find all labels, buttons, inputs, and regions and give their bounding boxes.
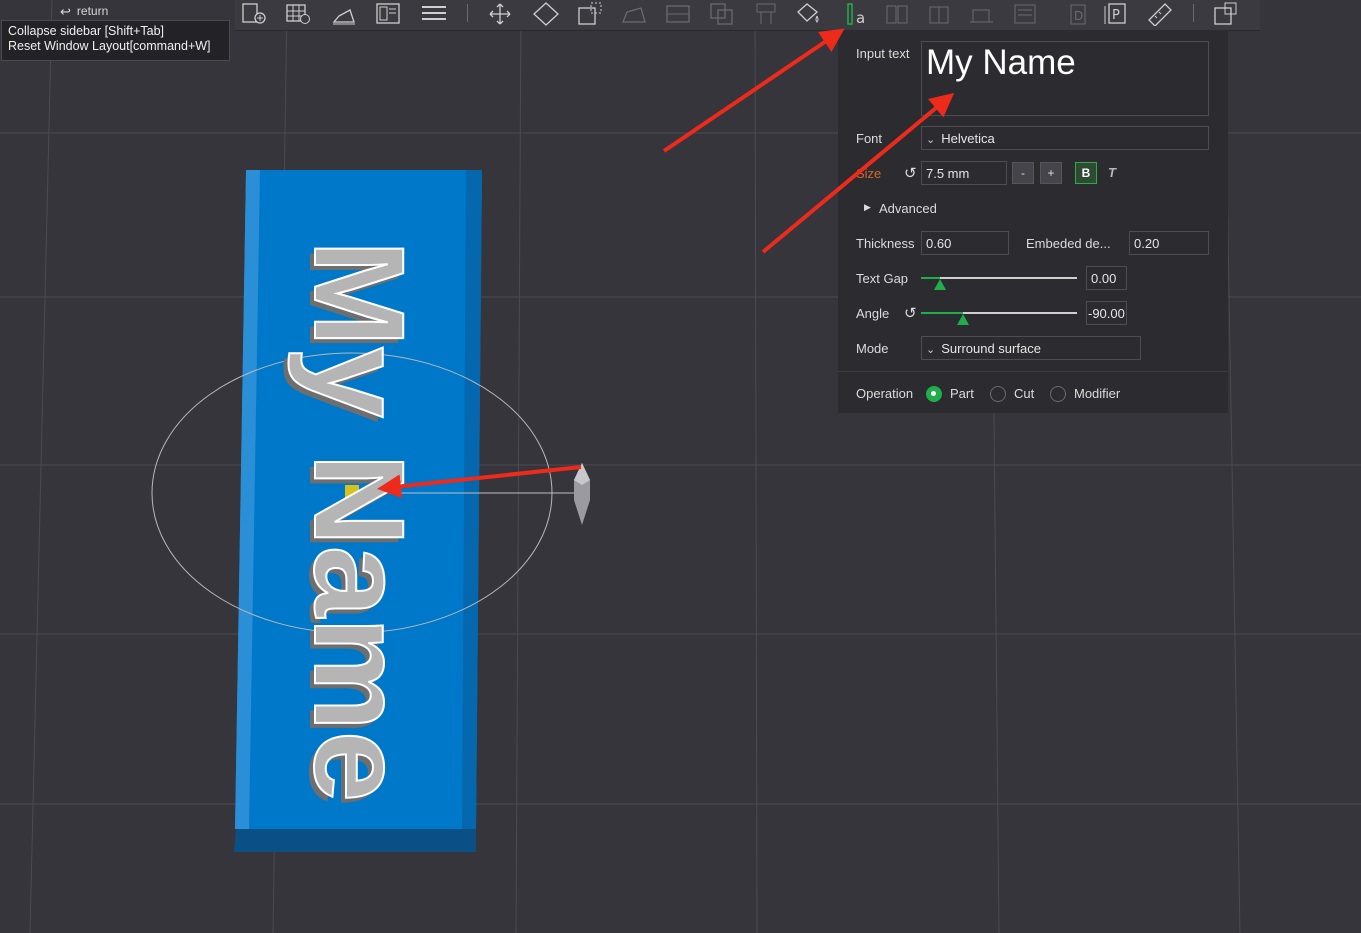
- color-paint-icon[interactable]: [795, 2, 821, 26]
- expand-triangle-icon: ▶: [864, 202, 871, 212]
- mesh-boolean-icon[interactable]: [709, 2, 735, 26]
- operation-label: Operation: [856, 386, 914, 401]
- operation-cut-radio[interactable]: [990, 386, 1006, 402]
- size-decrease-button[interactable]: -: [1012, 162, 1034, 184]
- measure-icon[interactable]: [1147, 2, 1173, 26]
- support-paint-icon[interactable]: [753, 2, 779, 26]
- return-button[interactable]: ↩ return: [60, 4, 108, 18]
- italic-button[interactable]: T: [1108, 165, 1116, 180]
- parameter-p-icon[interactable]: P: [1103, 2, 1129, 26]
- text-gap-slider-handle[interactable]: [933, 279, 946, 290]
- operation-modifier-label[interactable]: Modifier: [1074, 386, 1120, 401]
- svg-text:D: D: [1074, 9, 1083, 23]
- font-dropdown[interactable]: ⌄ Helvetica: [921, 126, 1209, 150]
- top-toolbar: a D P: [235, 0, 1260, 31]
- input-text-label: Input text: [856, 46, 910, 61]
- split-objects-icon[interactable]: [885, 2, 911, 26]
- mode-value: Surround surface: [941, 341, 1041, 356]
- reset-size-icon[interactable]: ↺: [904, 164, 917, 182]
- add-plate-icon[interactable]: [241, 2, 267, 26]
- operation-cut-label[interactable]: Cut: [1014, 386, 1034, 401]
- embeded-depth-input[interactable]: 0.20: [1129, 231, 1209, 255]
- text-gap-input[interactable]: 0.00: [1086, 266, 1127, 290]
- plate-p-icon[interactable]: D: [1063, 2, 1089, 26]
- input-text-field[interactable]: My Name: [921, 41, 1209, 116]
- font-value: Helvetica: [941, 131, 995, 146]
- angle-input[interactable]: -90.00: [1086, 301, 1127, 325]
- advanced-toggle[interactable]: Advanced: [879, 201, 937, 216]
- angle-slider-handle[interactable]: [957, 314, 970, 325]
- chevron-down-icon: ⌄: [926, 344, 936, 356]
- svg-text:a: a: [856, 9, 865, 26]
- thickness-input[interactable]: 0.60: [921, 231, 1009, 255]
- emboss-text-panel: Input text My Name Font ⌄ Helvetica Size …: [838, 30, 1228, 413]
- return-arrow-icon: ↩: [60, 4, 71, 18]
- return-label: return: [76, 4, 109, 18]
- layers-icon[interactable]: [421, 2, 447, 26]
- tooltip-line-collapse: Collapse sidebar [Shift+Tab]: [8, 24, 164, 38]
- size-input[interactable]: 7.5 mm: [921, 161, 1007, 185]
- chevron-down-icon: ⌄: [926, 134, 936, 146]
- reset-angle-icon[interactable]: ↺: [904, 304, 917, 322]
- explode-icon[interactable]: [1213, 2, 1239, 26]
- orient-icon[interactable]: [331, 2, 357, 26]
- embeded-depth-label: Embeded de...: [1026, 236, 1111, 251]
- assembly-icon[interactable]: [1013, 2, 1039, 26]
- font-label: Font: [856, 131, 883, 146]
- rotate-gizmo-handle: [574, 463, 590, 525]
- move-icon[interactable]: [487, 2, 513, 26]
- arrange-grid-icon[interactable]: [285, 2, 311, 26]
- tooltip-line-reset: Reset Window Layout[command+W]: [8, 39, 211, 53]
- bold-button[interactable]: B: [1075, 162, 1097, 184]
- size-increase-button[interactable]: +: [1040, 162, 1062, 184]
- cut-icon[interactable]: [665, 2, 691, 26]
- angle-label: Angle: [856, 306, 890, 321]
- rotate-icon[interactable]: [533, 2, 559, 26]
- layout-icon[interactable]: [375, 2, 401, 26]
- thickness-label: Thickness: [856, 236, 915, 251]
- lay-on-face-icon[interactable]: [621, 2, 647, 26]
- scale-icon[interactable]: [577, 2, 603, 26]
- size-label: Size: [856, 166, 882, 181]
- svg-text:P: P: [1112, 8, 1120, 23]
- split-parts-icon[interactable]: [927, 2, 953, 26]
- sidebar-tooltip: Collapse sidebar [Shift+Tab] Reset Windo…: [1, 20, 230, 61]
- operation-part-label[interactable]: Part: [950, 386, 974, 401]
- panel-divider: [838, 371, 1228, 372]
- text-gap-label: Text Gap: [856, 271, 909, 286]
- emboss-text-icon[interactable]: a: [847, 2, 873, 26]
- variable-layer-icon[interactable]: [969, 2, 995, 26]
- embossed-text-label: My Name: [286, 239, 431, 803]
- mode-dropdown[interactable]: ⌄ Surround surface: [921, 336, 1141, 360]
- operation-part-radio[interactable]: [926, 386, 942, 402]
- mode-label: Mode: [856, 341, 889, 356]
- operation-modifier-radio[interactable]: [1050, 386, 1066, 402]
